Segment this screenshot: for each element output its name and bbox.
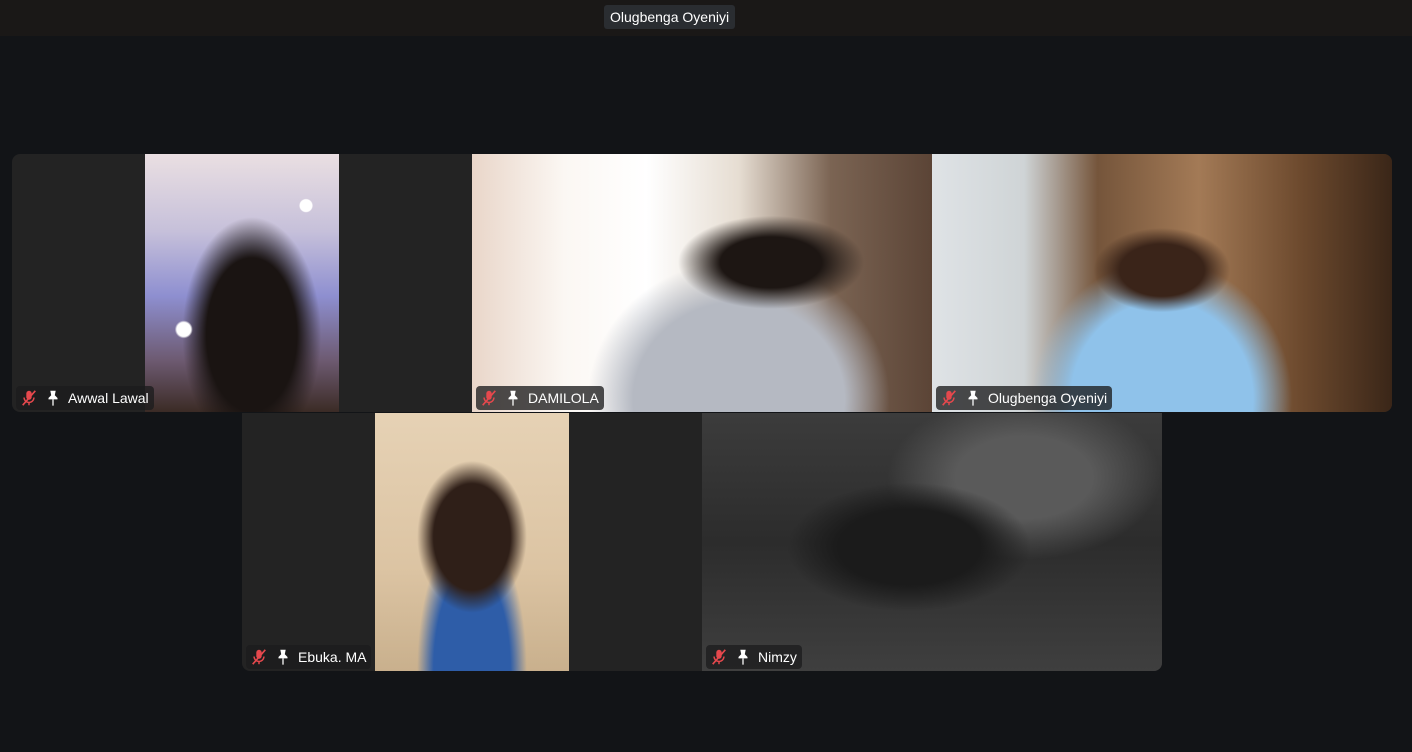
participant-name: Olugbenga Oyeniyi [988,390,1108,406]
participant-name: DAMILOLA [528,390,599,406]
pin-icon[interactable] [734,648,752,666]
participant-tile-damilola[interactable]: DAMILOLA [472,154,932,412]
pin-icon[interactable] [504,389,522,407]
participant-name-tag: Nimzy [706,645,802,669]
participant-tile-awwal-lawal[interactable]: Awwal Lawal [12,154,472,412]
participant-video [375,413,569,671]
participant-name-tag: Awwal Lawal [16,386,154,410]
participant-video [472,154,932,412]
pin-icon[interactable] [964,389,982,407]
mic-muted-icon [20,389,38,407]
pin-icon[interactable] [44,389,62,407]
participant-video [145,154,339,412]
participant-tile-ebuka-ma[interactable]: Ebuka. MA [242,413,702,671]
active-speaker-label: Olugbenga Oyeniyi [604,5,736,29]
participant-name-tag: Olugbenga Oyeniyi [936,386,1113,410]
mic-muted-icon [480,389,498,407]
mic-muted-icon [250,648,268,666]
participant-name: Nimzy [758,649,797,665]
video-grid: Awwal Lawal DAMILOLA Olugbenga Oyeniyi E… [0,36,1412,752]
participant-video [932,154,1392,412]
participant-name: Awwal Lawal [68,390,149,406]
mic-muted-icon [710,648,728,666]
participant-tile-nimzy[interactable]: Nimzy [702,413,1162,671]
participant-name-tag: DAMILOLA [476,386,604,410]
top-bar: Olugbenga Oyeniyi [0,0,1412,36]
participant-video [702,413,1162,671]
participant-name: Ebuka. MA [298,649,367,665]
mic-muted-icon [940,389,958,407]
participant-tile-olugbenga-oyeniyi[interactable]: Olugbenga Oyeniyi [932,154,1392,412]
participant-name-tag: Ebuka. MA [246,645,372,669]
pin-icon[interactable] [274,648,292,666]
